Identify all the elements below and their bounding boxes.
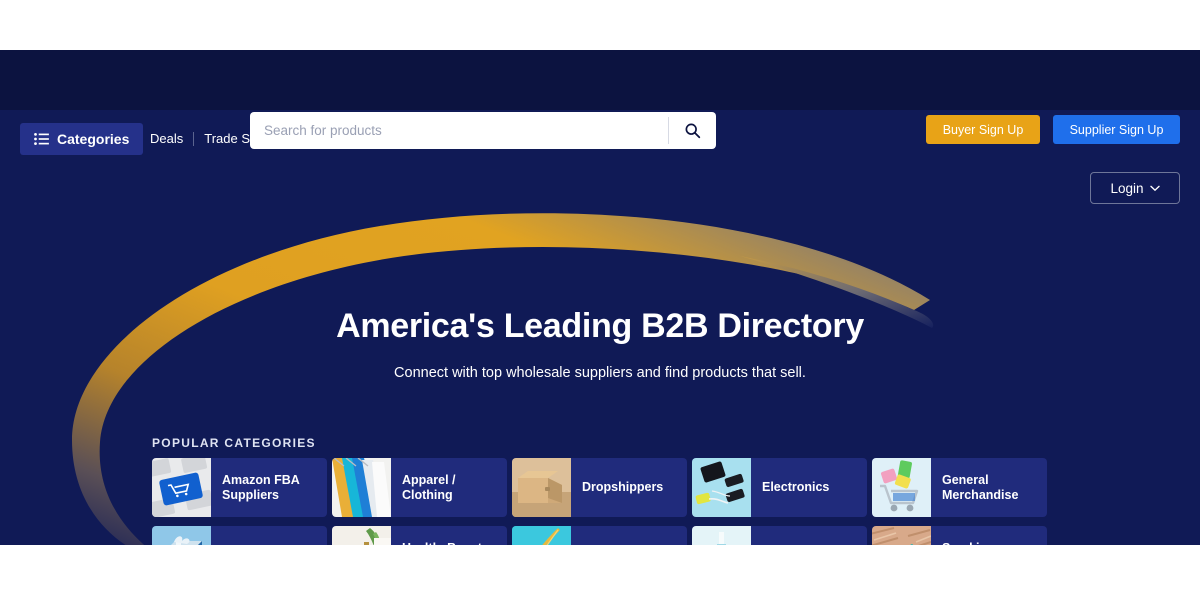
search-bar: [250, 112, 716, 149]
hero-subtitle: Connect with top wholesale suppliers and…: [394, 365, 806, 381]
category-label: Electronics: [762, 480, 830, 494]
hanging-shirts-image: [332, 458, 391, 517]
categories-button-label: Categories: [57, 131, 130, 147]
category-card-jewelry[interactable]: Jewelry: [512, 526, 687, 545]
black-devices-image: [692, 458, 751, 517]
category-card-smoking-products[interactable]: Smoking Products: [872, 526, 1047, 545]
login-button-label: Login: [1110, 180, 1144, 196]
gold-necklace-image: [512, 526, 571, 545]
keyboard-cart-key-image: [152, 458, 211, 517]
blue-gift-box-image: [152, 526, 211, 545]
perfume-bottle-image: [692, 526, 751, 545]
supplier-signup-button[interactable]: Supplier Sign Up: [1053, 115, 1180, 144]
search-icon: [685, 123, 701, 139]
popular-categories-grid: Amazon FBA Suppliers Apparel / Clothing: [152, 458, 1049, 545]
category-label: Amazon FBA Suppliers: [222, 472, 300, 502]
category-card-electronics[interactable]: Electronics: [692, 458, 867, 517]
category-card-dropshippers[interactable]: Dropshippers: [512, 458, 687, 517]
teal-grinder-image: [872, 526, 931, 545]
page-root: wholesalecentral Buyer Sign Up Supplier …: [0, 50, 1200, 545]
category-card-perfume[interactable]: Perfume: [692, 526, 867, 545]
nav-link-deals[interactable]: Deals: [150, 131, 193, 146]
category-card-health-beauty-wellness[interactable]: Health, Beauty & Wellness: [332, 526, 507, 545]
popular-categories-label: POPULAR CATEGORIES: [152, 436, 316, 450]
buyer-signup-button[interactable]: Buyer Sign Up: [926, 115, 1040, 144]
category-label: Smoking Products: [931, 541, 1047, 546]
hero-title: America's Leading B2B Directory: [336, 307, 864, 345]
category-card-amazon-fba-suppliers[interactable]: Amazon FBA Suppliers: [152, 458, 327, 517]
cardboard-box-image: [512, 458, 571, 517]
list-icon: [34, 133, 49, 145]
categories-button[interactable]: Categories: [20, 123, 144, 155]
category-card-apparel-clothing[interactable]: Apparel / Clothing: [332, 458, 507, 517]
category-card-general-merchandise[interactable]: General Merchandise: [872, 458, 1047, 517]
login-button[interactable]: Login: [1090, 172, 1180, 204]
search-button[interactable]: [669, 112, 716, 149]
shopping-cart-items-image: [872, 458, 931, 517]
category-label: Health, Beauty & Wellness: [391, 541, 507, 546]
site-header: [0, 50, 1200, 110]
category-card-gifts[interactable]: Gifts: [152, 526, 327, 545]
spa-oil-towels-image: [332, 526, 391, 545]
category-label: Dropshippers: [582, 480, 664, 494]
search-input[interactable]: [250, 113, 668, 148]
chevron-down-icon: [1149, 185, 1160, 191]
category-label: Apparel / Clothing: [402, 472, 456, 502]
category-label: General Merchandise: [942, 472, 1019, 502]
